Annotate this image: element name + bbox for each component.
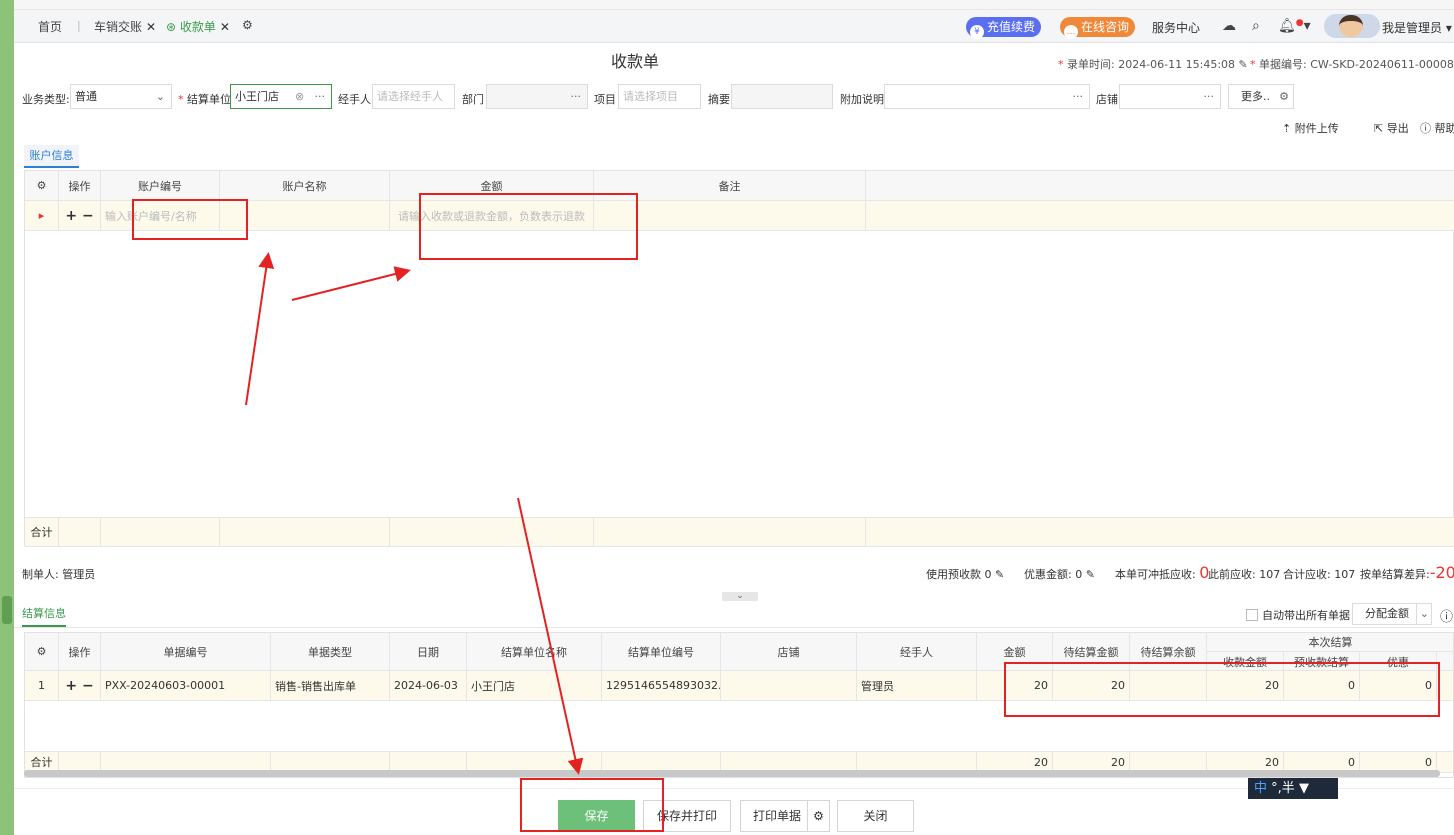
annotation-arrow: [291, 266, 411, 301]
annotation-arrows: [245, 252, 584, 775]
annotation-arrow: [245, 252, 275, 406]
annotation-arrow: [517, 497, 584, 775]
